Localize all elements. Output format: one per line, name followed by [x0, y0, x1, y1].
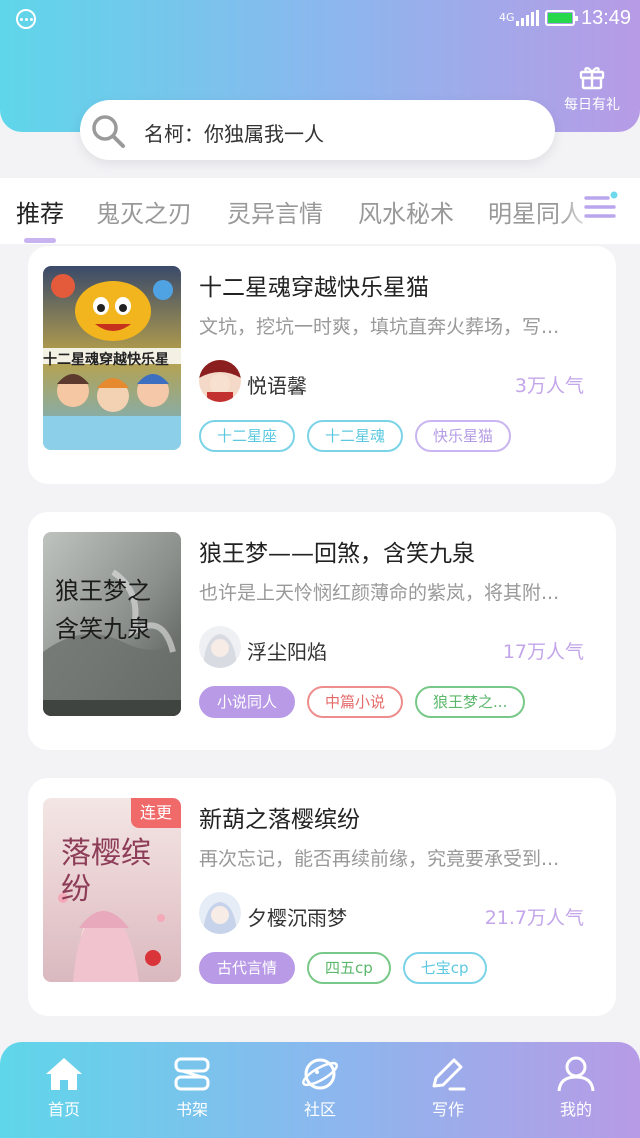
popularity-count: 3万人气	[514, 375, 584, 397]
battery-icon	[545, 10, 578, 26]
active-tab-indicator	[24, 238, 56, 243]
author-avatar[interactable]	[199, 892, 241, 934]
tag[interactable]: 狼王梦之...	[415, 686, 526, 718]
nav-write[interactable]: 写作	[403, 1056, 493, 1120]
status-time: 13:49	[581, 7, 632, 29]
network-type: 4G	[499, 11, 515, 24]
tag-list: 小说同人 中篇小说 狼王梦之...	[199, 686, 526, 718]
author-name[interactable]: 悦语馨	[247, 370, 307, 399]
book-description: 文坑，挖坑一时爽，填坑直奔火葬场，写...	[199, 316, 560, 338]
book-card[interactable]: 落樱缤纷 连更 新葫之落樱缤纷 再次忘记，能否再续前缘，究竟要承受到... 夕樱…	[28, 778, 616, 1016]
search-icon	[92, 115, 125, 148]
tag-list: 十二星座 十二星魂 快乐星猫	[199, 420, 512, 452]
tab-supernatural-romance[interactable]: 灵异言情	[227, 194, 323, 229]
tag[interactable]: 快乐星猫	[415, 420, 512, 452]
nav-community[interactable]: 社区	[275, 1056, 365, 1120]
popularity-count: 17万人气	[502, 641, 584, 663]
book-title[interactable]: 十二星魂穿越快乐星猫	[199, 268, 429, 302]
tag[interactable]: 古代言情	[199, 952, 296, 984]
author-name[interactable]: 夕樱沉雨梦	[247, 902, 347, 931]
tab-recommend[interactable]: 推荐	[16, 194, 64, 229]
nav-label: 书架	[175, 1100, 208, 1119]
home-icon	[46, 1058, 82, 1090]
tag[interactable]: 七宝cp	[402, 952, 487, 984]
tag-list: 古代言情 四五cp 七宝cp	[199, 952, 487, 984]
planet-icon	[302, 1058, 338, 1090]
book-card[interactable]: 狼王梦之含笑九泉 狼王梦——回煞，含笑九泉 也许是上天怜悯红颜薄命的紫岚，将其附…	[28, 512, 616, 750]
book-card[interactable]: 十二星魂穿越快乐星 十二星魂穿越快乐星猫 文坑，挖坑一时爽，填坑直奔火葬场，写.…	[28, 246, 616, 484]
nav-label: 社区	[303, 1100, 336, 1119]
category-menu-icon[interactable]	[584, 190, 620, 224]
book-cover[interactable]: 狼王梦之含笑九泉	[43, 532, 181, 716]
signal-icon	[516, 10, 539, 26]
search-bar[interactable]: 名柯：你独属我一人	[80, 100, 555, 160]
popularity-count: 21.7万人气	[484, 907, 584, 929]
cover-title: 狼王梦之含笑九泉	[55, 577, 151, 643]
cover-title: 十二星魂穿越快乐星	[43, 352, 169, 368]
tag[interactable]: 中篇小说	[307, 686, 404, 718]
tag[interactable]: 十二星魂	[307, 420, 404, 452]
author-avatar[interactable]	[199, 626, 241, 668]
status-bar: 4G 13:49	[0, 0, 640, 38]
author-name[interactable]: 浮尘阳焰	[247, 636, 327, 665]
nav-bookshelf[interactable]: 书架	[147, 1056, 237, 1120]
tab-fengshui[interactable]: 风水秘术	[358, 194, 454, 229]
book-cover[interactable]: 落樱缤纷 连更	[43, 798, 181, 982]
more-dots-icon	[16, 9, 36, 29]
gift-icon	[579, 67, 605, 90]
category-tabs: 推荐 鬼灭之刃 灵异言情 风水秘术 明星同人	[0, 178, 640, 244]
book-cover[interactable]: 十二星魂穿越快乐星	[43, 266, 181, 450]
book-description: 再次忘记，能否再续前缘，究竟要承受到...	[199, 848, 560, 870]
nav-label: 写作	[431, 1100, 464, 1119]
tag[interactable]: 四五cp	[307, 952, 391, 984]
bottom-navigation: 首页 书架 社区 写作 我的	[0, 1042, 640, 1138]
tag[interactable]: 小说同人	[199, 686, 296, 718]
bookshelf-icon	[174, 1057, 210, 1091]
daily-gift-button[interactable]: 每日有礼	[556, 62, 628, 114]
nav-label: 我的	[559, 1100, 592, 1119]
cover-title: 落樱缤纷	[61, 836, 151, 907]
search-placeholder: 名柯：你独属我一人	[144, 122, 324, 146]
tab-demon-slayer[interactable]: 鬼灭之刃	[96, 194, 192, 229]
book-title[interactable]: 狼王梦——回煞，含笑九泉	[199, 534, 475, 568]
nav-profile[interactable]: 我的	[531, 1056, 621, 1120]
nav-label: 首页	[47, 1100, 80, 1119]
nav-home[interactable]: 首页	[19, 1056, 109, 1120]
serializing-badge: 连更	[131, 798, 181, 828]
tag[interactable]: 十二星座	[199, 420, 296, 452]
book-description: 也许是上天怜悯红颜薄命的紫岚，将其附...	[199, 582, 560, 604]
daily-gift-label: 每日有礼	[564, 97, 620, 113]
user-icon	[557, 1056, 595, 1092]
pen-icon	[432, 1058, 466, 1091]
author-avatar[interactable]	[199, 360, 241, 402]
book-title[interactable]: 新葫之落樱缤纷	[199, 800, 360, 834]
